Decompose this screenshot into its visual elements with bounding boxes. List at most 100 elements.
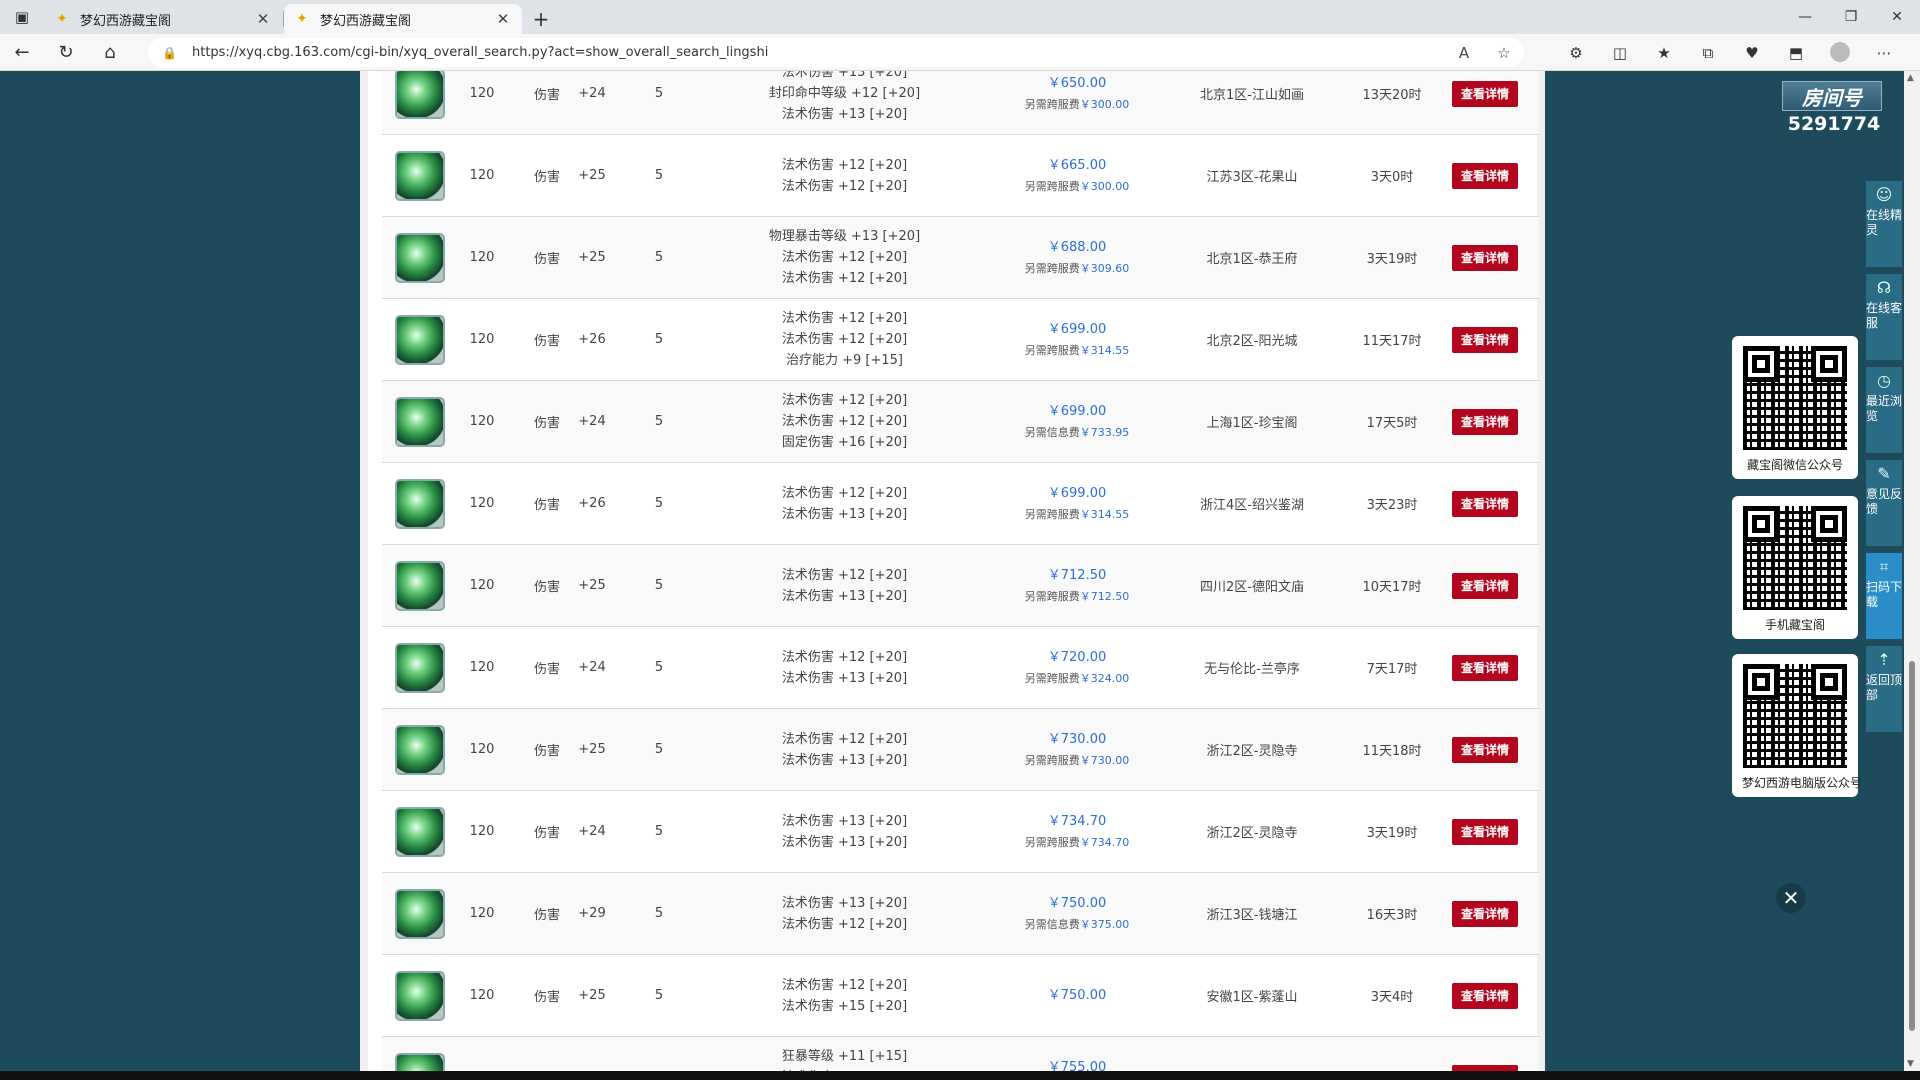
sidebar-item-top[interactable]: ⇡ 返回顶部 <box>1866 646 1902 732</box>
home-icon[interactable]: ⌂ <box>88 34 132 71</box>
item-level: 120 <box>469 496 495 511</box>
browser-tab-1[interactable]: ✦ 梦幻西游藏宝阁 ✕ <box>44 4 284 34</box>
refresh-icon[interactable]: ↻ <box>44 34 88 71</box>
read-aloud-icon[interactable]: A <box>1444 44 1484 62</box>
browser-essentials-icon[interactable]: ♥ <box>1730 34 1774 71</box>
view-details-button[interactable]: 查看详情 <box>1452 736 1518 763</box>
view-details-button[interactable]: 查看详情 <box>1452 900 1518 927</box>
item-level: 120 <box>469 250 495 265</box>
effect-line: 法术伤害 +15 [+20] <box>781 998 908 1014</box>
address-bar[interactable]: 🔒 https://xyq.cbg.163.com/cgi-bin/xyq_ov… <box>148 38 1524 67</box>
window-close-icon[interactable]: ✕ <box>1874 0 1920 34</box>
more-menu-icon[interactable]: ⋯ <box>1862 34 1906 71</box>
lingshi-item-icon[interactable] <box>395 724 445 775</box>
main-attr: 伤害 <box>533 252 560 267</box>
main-attr-value: +25 <box>578 250 606 265</box>
browser-toolbar: ← ↻ ⌂ 🔒 https://xyq.cbg.163.com/cgi-bin/… <box>0 34 1920 71</box>
view-details-button[interactable]: 查看详情 <box>1452 326 1518 353</box>
item-effects: 法术伤害 +12 [+20] 法术伤害 +15 [+20] <box>702 975 987 1017</box>
lingshi-item-icon[interactable] <box>395 232 445 283</box>
page-scrollbar[interactable]: ▲ ▼ <box>1904 71 1920 1071</box>
collections-icon[interactable]: ⧉ <box>1686 34 1730 71</box>
lingshi-item-icon[interactable] <box>395 314 445 365</box>
lingshi-item-icon[interactable] <box>395 642 445 693</box>
fee-amount: ￥733.95 <box>1079 425 1130 439</box>
view-details-button[interactable]: 查看详情 <box>1452 818 1518 845</box>
item-slots: 5 <box>654 742 664 757</box>
screenshot-icon[interactable]: ⬒ <box>1774 34 1818 71</box>
effect-line: 法术伤害 +12 [+20] <box>781 271 908 286</box>
split-screen-icon[interactable]: ◫ <box>1598 34 1642 71</box>
view-details-button[interactable]: 查看详情 <box>1452 572 1518 599</box>
site-favicon-icon: ✦ <box>296 11 308 27</box>
taskbar-strip <box>0 1071 1920 1080</box>
browser-tab-2[interactable]: ✦ 梦幻西游藏宝阁 ✕ <box>284 4 522 34</box>
view-details-button[interactable]: 查看详情 <box>1452 80 1518 107</box>
restore-icon[interactable]: ❐ <box>1828 0 1874 34</box>
sidebar-item-download[interactable]: ⌗ 扫码下载 <box>1866 553 1902 639</box>
favorite-star-icon[interactable]: ☆ <box>1484 44 1524 62</box>
lingshi-item-icon[interactable] <box>395 71 445 119</box>
tab-actions-icon[interactable]: ▣ <box>0 0 44 34</box>
extensions-icon[interactable]: ⚙ <box>1554 34 1598 71</box>
room-logo: 房间号 <box>1782 81 1882 111</box>
sidebar-item-sprite[interactable]: ☺ 在线精灵 <box>1866 181 1902 267</box>
table-row: 120 伤害 +24 5 法术伤害 +13 [+20] 封印命中等级 +12 [+… <box>382 71 1539 135</box>
price-amount: ￥750.00 <box>1047 895 1107 911</box>
item-effects: 法术伤害 +12 [+20] 法术伤害 +12 [+20] 治疗能力 +9 [+15… <box>702 308 987 371</box>
lingshi-item-icon[interactable] <box>395 396 445 447</box>
qr-caption: 手机藏宝阁 <box>1764 618 1825 632</box>
effect-line: 法术伤害 +12 [+20] <box>781 393 908 408</box>
profile-avatar[interactable] <box>1830 42 1850 62</box>
time-remaining: 16天3时 <box>1366 908 1418 923</box>
close-float-icon[interactable]: ✕ <box>1776 883 1806 913</box>
lingshi-item-icon[interactable] <box>395 970 445 1021</box>
view-details-button[interactable]: 查看详情 <box>1452 162 1518 189</box>
browser-tab-bar: ▣ ✦ 梦幻西游藏宝阁 ✕ ✦ 梦幻西游藏宝阁 ✕ + — ❐ ✕ <box>0 0 1920 34</box>
price-amount: ￥688.00 <box>1047 239 1107 255</box>
lingshi-item-icon[interactable] <box>395 478 445 529</box>
favorites-icon[interactable]: ★ <box>1642 34 1686 71</box>
feedback-icon: ✎ <box>1877 464 1891 483</box>
lock-icon[interactable]: 🔒 <box>162 46 184 60</box>
item-server: 北京2区-阳光城 <box>1206 334 1298 349</box>
effect-line: 法术伤害 +13 [+20] <box>781 107 908 122</box>
minimize-icon[interactable]: — <box>1782 0 1828 34</box>
scan-icon: ⌗ <box>1879 557 1889 576</box>
lingshi-item-icon[interactable] <box>395 1052 445 1071</box>
url-text[interactable]: https://xyq.cbg.163.com/cgi-bin/xyq_over… <box>184 45 1444 60</box>
view-details-button[interactable]: 查看详情 <box>1452 490 1518 517</box>
effect-line: 物理暴击等级 +13 [+20] <box>768 229 921 244</box>
table-row: 120 伤害 +29 5 法术伤害 +13 [+20] 法术伤害 +12 [+20… <box>382 873 1539 955</box>
effect-line: 法术伤害 +12 [+20] <box>781 332 908 347</box>
qr-caption: 藏宝阁微信公众号 <box>1746 458 1843 472</box>
scroll-up-icon[interactable]: ▲ <box>1907 73 1914 83</box>
table-row: 120 伤害 +26 5 法术伤害 +12 [+20] 法术伤害 +13 [+20… <box>382 463 1539 545</box>
fee-amount: ￥314.55 <box>1079 507 1130 521</box>
sidebar-item-support[interactable]: ☊ 在线客服 <box>1866 274 1902 360</box>
clock-icon: ◷ <box>1877 371 1891 390</box>
lingshi-item-icon[interactable] <box>395 560 445 611</box>
fee-label: 另需跨服费 <box>1024 179 1080 193</box>
effect-line: 固定伤害 +16 [+20] <box>781 435 908 450</box>
sidebar-item-label: 意见反馈 <box>1866 487 1903 516</box>
tab-close-icon[interactable]: ✕ <box>494 10 512 28</box>
qr-code-icon <box>1743 346 1847 450</box>
view-details-button[interactable]: 查看详情 <box>1452 654 1518 681</box>
item-server: 浙江4区-绍兴鉴湖 <box>1200 498 1304 513</box>
tab-close-icon[interactable]: ✕ <box>254 10 272 28</box>
view-details-button[interactable]: 查看详情 <box>1452 982 1518 1009</box>
scrollbar-thumb[interactable] <box>1909 661 1915 1031</box>
fee-label: 另需信息费 <box>1024 917 1080 931</box>
lingshi-item-icon[interactable] <box>395 150 445 201</box>
main-attr-value: +24 <box>578 414 606 429</box>
lingshi-item-icon[interactable] <box>395 806 445 857</box>
sidebar-item-feedback[interactable]: ✎ 意见反馈 <box>1866 460 1902 546</box>
view-details-button[interactable]: 查看详情 <box>1452 244 1518 271</box>
new-tab-icon[interactable]: + <box>524 4 558 34</box>
back-icon[interactable]: ← <box>0 34 44 71</box>
sidebar-item-history[interactable]: ◷ 最近浏览 <box>1866 367 1902 453</box>
view-details-button[interactable]: 查看详情 <box>1452 408 1518 435</box>
scroll-down-icon[interactable]: ▼ <box>1907 1059 1914 1069</box>
lingshi-item-icon[interactable] <box>395 888 445 939</box>
